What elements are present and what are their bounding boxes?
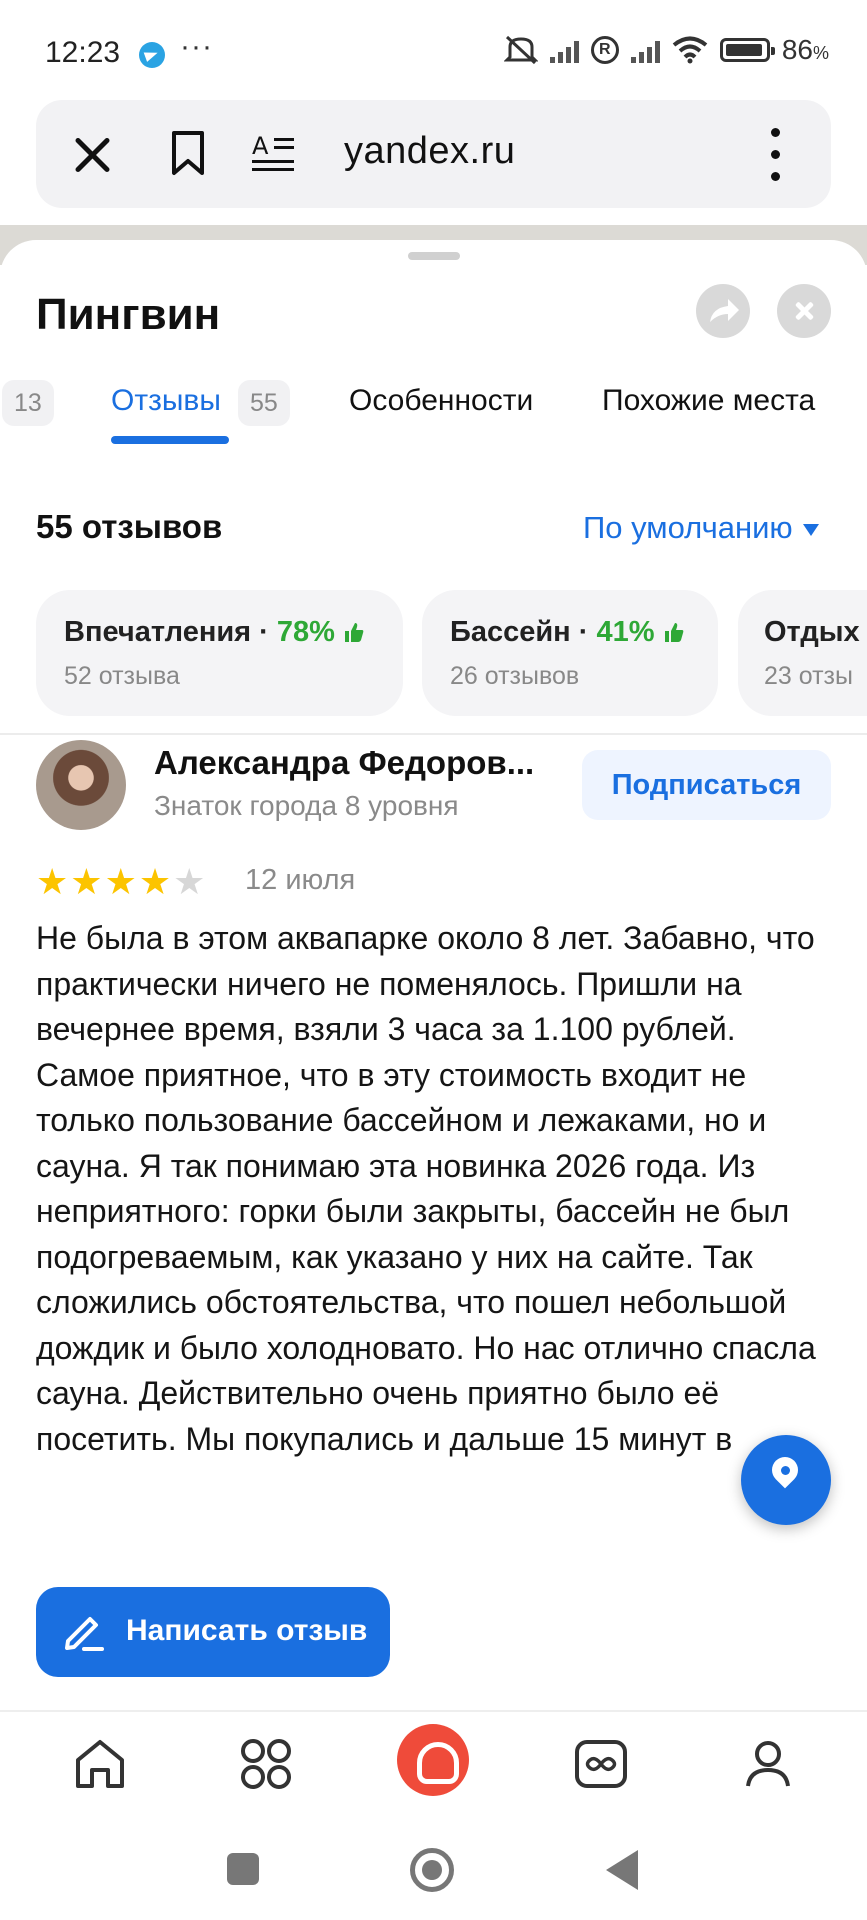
close-sheet-button[interactable]	[777, 284, 831, 338]
tab-reviews[interactable]: Отзывы	[111, 384, 221, 418]
aspect-title: Впечатления · 78%	[64, 616, 365, 649]
avatar[interactable]	[36, 740, 126, 830]
aspect-card-impressions[interactable]: Впечатления · 78% 52 отзыва	[36, 590, 403, 716]
aspect-reviews-count: 52 отзыва	[64, 662, 180, 690]
battery-level: 86%	[781, 34, 829, 65]
thumbs-up-icon	[344, 623, 364, 642]
browser-bar: A yandex.ru	[36, 100, 831, 208]
place-title: Пингвин	[36, 290, 221, 339]
address-bar-url[interactable]: yandex.ru	[344, 130, 515, 173]
profile-icon[interactable]	[738, 1734, 798, 1794]
star-filled-icon: ★	[36, 861, 69, 902]
dropdown-arrow-icon	[802, 523, 819, 536]
signal-icon	[549, 37, 579, 63]
reader-icon[interactable]: A	[252, 132, 298, 176]
close-icon[interactable]	[70, 132, 114, 176]
write-review-button[interactable]: Написать отзыв	[36, 1587, 390, 1677]
recents-icon[interactable]	[227, 1853, 259, 1885]
active-tab-indicator	[111, 436, 229, 444]
pencil-icon	[65, 1617, 104, 1651]
mute-icon	[503, 35, 538, 65]
tab-reviews-count-badge: 55	[238, 380, 290, 426]
rating-stars: ★ ★ ★ ★ ★	[36, 864, 205, 900]
review-text[interactable]: Не была в этом аквапарке около 8 лет. За…	[36, 916, 836, 1560]
tab-similar-places[interactable]: Похожие места	[602, 384, 815, 418]
home-system-icon[interactable]	[410, 1848, 454, 1892]
wifi-icon	[672, 36, 708, 64]
more-icon[interactable]	[771, 128, 781, 182]
aspect-title: Бассейн · 41%	[450, 616, 685, 649]
aspect-percent: 41%	[596, 616, 655, 648]
review-author-level: Знаток города 8 уровня	[154, 790, 459, 821]
sort-label: По умолчанию	[583, 510, 793, 545]
home-icon[interactable]	[70, 1734, 130, 1794]
status-icons: R 86%	[503, 34, 829, 66]
star-empty-icon: ★	[173, 861, 206, 902]
aspect-card-pool[interactable]: Бассейн · 41% 26 отзывов	[422, 590, 718, 716]
signal-icon	[630, 37, 660, 63]
sort-dropdown[interactable]: По умолчанию	[583, 510, 819, 546]
more-notifications-icon: ···	[180, 30, 213, 63]
roaming-icon: R	[590, 36, 619, 64]
alice-icon[interactable]	[397, 1724, 469, 1796]
bottom-navigation	[0, 1710, 867, 1820]
bookmark-icon[interactable]	[170, 130, 206, 176]
tab-count-badge[interactable]: 13	[2, 380, 54, 426]
tab-features[interactable]: Особенности	[349, 384, 533, 418]
battery-icon	[719, 38, 775, 62]
aspect-reviews-count: 26 отзывов	[450, 662, 580, 690]
review-author-name[interactable]: Александра Федоров...	[154, 744, 534, 782]
share-button[interactable]	[696, 284, 750, 338]
aspect-title: Отдых	[764, 616, 860, 648]
subscribe-button[interactable]: Подписаться	[582, 750, 831, 820]
svg-text:A: A	[252, 132, 269, 160]
aspect-reviews-count: 23 отзы	[764, 662, 853, 690]
aspect-card-rest[interactable]: Отдых 23 отзы	[738, 590, 867, 716]
status-time: 12:23	[45, 36, 121, 69]
review-date: 12 июля	[245, 864, 356, 896]
star-filled-icon: ★	[70, 861, 103, 902]
place-sheet: Пингвин 13 Отзывы 55 Особенности Похожие…	[0, 240, 867, 1710]
write-review-label: Написать отзыв	[126, 1614, 368, 1647]
sheet-drag-handle[interactable]	[408, 252, 460, 260]
star-filled-icon: ★	[138, 861, 172, 902]
aspect-percent: 78%	[276, 616, 335, 648]
thumbs-up-icon	[664, 623, 683, 642]
location-button[interactable]	[741, 1435, 831, 1525]
apps-icon[interactable]	[236, 1734, 296, 1794]
status-bar: 12:23 ··· R 86%	[0, 0, 867, 98]
star-filled-icon: ★	[104, 861, 137, 902]
reviews-count: 55 отзывов	[36, 508, 223, 545]
system-navigation	[0, 1820, 867, 1920]
share-icon	[710, 299, 739, 322]
back-icon[interactable]	[606, 1850, 638, 1890]
media-icon[interactable]	[571, 1734, 631, 1794]
divider	[0, 733, 867, 735]
telegram-icon	[139, 42, 165, 68]
